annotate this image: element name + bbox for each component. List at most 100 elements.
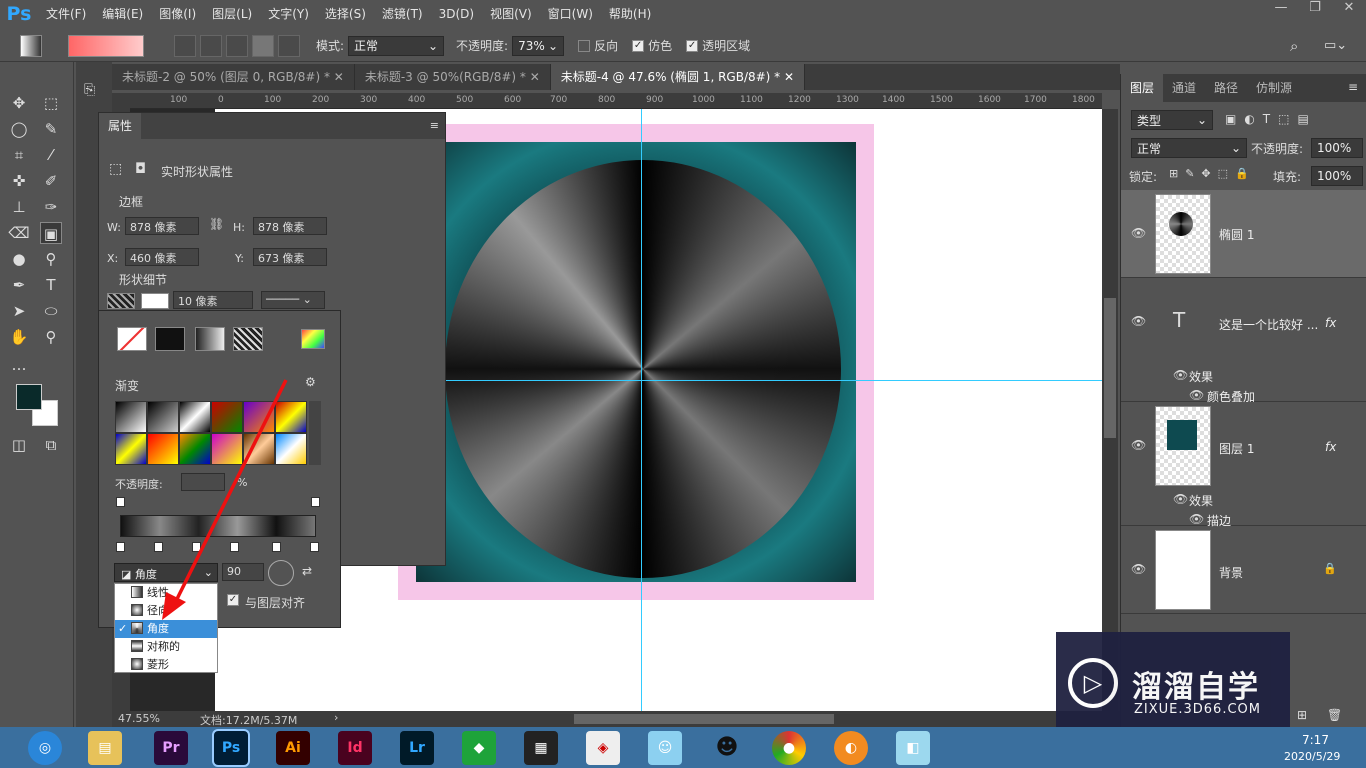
eye-icon[interactable]: 👁 — [1131, 438, 1146, 452]
lightroom-icon[interactable]: Lr — [400, 731, 434, 765]
history-panel-icon[interactable]: ⎘ — [84, 82, 106, 104]
gradient-tool-icon[interactable]: ▣ — [40, 222, 62, 244]
indesign-icon[interactable]: Id — [338, 731, 372, 765]
opacity-stop[interactable] — [116, 497, 125, 507]
close-icon[interactable]: ✕ — [784, 70, 794, 84]
healing-tool-icon[interactable]: ✜ — [8, 170, 30, 192]
hand-tool-icon[interactable]: ✋ — [8, 326, 30, 348]
filter-icons[interactable]: ▣◐T⬚▤ — [1225, 112, 1317, 126]
dodge-tool-icon[interactable]: ⚲ — [40, 248, 62, 270]
chrome-icon[interactable]: ● — [772, 731, 806, 765]
zoom-level[interactable]: 47.55% — [118, 712, 160, 725]
menu-filter[interactable]: 滤镜(T) — [374, 0, 431, 28]
layer-opacity-field[interactable]: 100% — [1311, 138, 1363, 158]
menu-file[interactable]: 文件(F) — [38, 0, 94, 28]
menu-layer[interactable]: 图层(L) — [204, 0, 260, 28]
brush-tool-icon[interactable]: ✐ — [40, 170, 62, 192]
search-icon[interactable]: ⌕ — [1290, 37, 1298, 55]
layer-name[interactable]: 背景 — [1219, 564, 1243, 581]
menu-image[interactable]: 图像(I) — [151, 0, 204, 28]
menu-view[interactable]: 视图(V) — [482, 0, 540, 28]
close-icon[interactable]: ✕ — [334, 70, 344, 84]
eye-icon[interactable]: 👁 — [1131, 226, 1146, 240]
gradient-preview-swatch[interactable] — [68, 34, 144, 57]
pattern-fill-button[interactable] — [233, 327, 263, 351]
color-stop[interactable] — [310, 542, 319, 552]
type-tool-icon[interactable]: T — [40, 274, 62, 296]
tab-channels[interactable]: 通道 — [1163, 74, 1205, 102]
stamp-tool-icon[interactable]: ⊥ — [8, 196, 30, 218]
chevron-right-icon[interactable]: › — [334, 711, 338, 724]
workspace-icon[interactable]: ▭⌄ — [1324, 38, 1347, 53]
illustrator-icon[interactable]: Ai — [276, 731, 310, 765]
restore-button[interactable]: ❐ — [1298, 0, 1332, 22]
eraser-tool-icon[interactable]: ⌫ — [8, 222, 30, 244]
path-select-tool-icon[interactable]: ➤ — [8, 300, 30, 322]
y-field[interactable]: 673 像素 — [253, 248, 327, 266]
layer-row-layer1[interactable]: 👁 图层 1 fx 👁 效果 👁 描边 — [1121, 402, 1366, 528]
history-brush-icon[interactable]: ✑ — [40, 196, 62, 218]
tab-paths[interactable]: 路径 — [1205, 74, 1247, 102]
gradient-swatch[interactable] — [115, 433, 147, 465]
height-field[interactable]: 878 像素 — [253, 217, 327, 235]
reverse-checkbox[interactable] — [578, 39, 591, 52]
fx-badge[interactable]: fx — [1325, 316, 1336, 330]
transparency-checkbox[interactable]: ✓ — [686, 39, 699, 52]
ellipse-tool-icon[interactable]: ⬭ — [40, 300, 62, 322]
horizontal-scroll-thumb[interactable] — [574, 714, 834, 724]
panel-menu-icon[interactable]: ≡ — [430, 119, 439, 132]
qq-icon[interactable]: ☻ — [710, 731, 744, 765]
quick-mask-icon[interactable]: ◫ — [8, 434, 30, 456]
reflected-gradient-button[interactable] — [252, 34, 274, 57]
minimize-button[interactable]: — — [1264, 0, 1298, 22]
close-button[interactable]: ✕ — [1332, 0, 1366, 22]
premiere-icon[interactable]: Pr — [154, 731, 188, 765]
stroke-swatch[interactable] — [141, 293, 169, 309]
menu-type[interactable]: 文字(Y) — [260, 0, 317, 28]
video-app-icon[interactable]: ▦ — [524, 731, 558, 765]
fill-swatch[interactable] — [107, 293, 135, 309]
width-field[interactable]: 878 像素 — [125, 217, 199, 235]
ellipse-shape[interactable] — [445, 160, 841, 578]
eye-icon[interactable]: 👁 — [1189, 388, 1204, 402]
layer-filter-select[interactable]: 类型 ⌄ — [1131, 110, 1213, 130]
start-button[interactable]: ◎ — [28, 731, 62, 765]
color-picker-button[interactable] — [301, 329, 325, 349]
fill-field[interactable]: 100% — [1311, 166, 1363, 186]
eye-icon[interactable]: 👁 — [1131, 314, 1146, 328]
panel-menu-icon[interactable]: ≡ — [1348, 80, 1358, 94]
dropdown-item-diamond[interactable]: 菱形 — [115, 656, 217, 674]
pen-tool-icon[interactable]: ✒ — [8, 274, 30, 296]
no-fill-button[interactable] — [117, 327, 147, 351]
quick-select-tool-icon[interactable]: ✎ — [40, 118, 62, 140]
gear-icon[interactable]: ⚙ — [305, 375, 316, 389]
more-tools-icon[interactable]: … — [8, 354, 30, 376]
app-cat-icon[interactable]: ☺ — [648, 731, 682, 765]
fx-badge[interactable]: fx — [1325, 440, 1336, 454]
blend-mode-select[interactable]: 正常 ⌄ — [1131, 138, 1247, 158]
menu-3d[interactable]: 3D(D) — [431, 0, 482, 28]
marquee-tool-icon[interactable]: ⬚ — [40, 92, 62, 114]
angle-gradient-button[interactable] — [226, 34, 248, 57]
tab-untitled-4[interactable]: 未标题-4 @ 47.6% (椭圆 1, RGB/8#) * ✕ — [550, 64, 806, 90]
dropdown-item-reflected[interactable]: 对称的 — [115, 638, 217, 656]
lasso-tool-icon[interactable]: ◯ — [8, 118, 30, 140]
lock-icons[interactable]: ⊞✎✥⬚🔒 — [1169, 167, 1256, 180]
link-icon[interactable]: ⛓ — [209, 217, 224, 231]
tab-layers[interactable]: 图层 — [1121, 74, 1164, 102]
reverse-gradient-icon[interactable]: ⇄ — [302, 564, 312, 578]
move-tool-icon[interactable]: ✥ — [8, 92, 30, 114]
menu-help[interactable]: 帮助(H) — [601, 0, 659, 28]
zoom-tool-icon[interactable]: ⚲ — [40, 326, 62, 348]
tab-untitled-3[interactable]: 未标题-3 @ 50%(RGB/8#) * ✕ — [355, 64, 551, 90]
screen-mode-icon[interactable]: ⧉ — [40, 434, 62, 456]
layer-row-text[interactable]: 👁 T 这是一个比较好 ... fx 👁 效果 👁 颜色叠加 — [1121, 278, 1366, 404]
layer-name[interactable]: 这是一个比较好 ... — [1219, 316, 1318, 333]
app-red-icon[interactable]: ◈ — [586, 731, 620, 765]
app-green-icon[interactable]: ◆ — [462, 731, 496, 765]
radial-gradient-button[interactable] — [200, 34, 222, 57]
blur-tool-icon[interactable]: ● — [8, 248, 30, 270]
eye-icon[interactable]: 👁 — [1131, 562, 1146, 576]
layer-name[interactable]: 图层 1 — [1219, 440, 1254, 457]
layer-row-background[interactable]: 👁 背景 🔒 — [1121, 526, 1366, 614]
